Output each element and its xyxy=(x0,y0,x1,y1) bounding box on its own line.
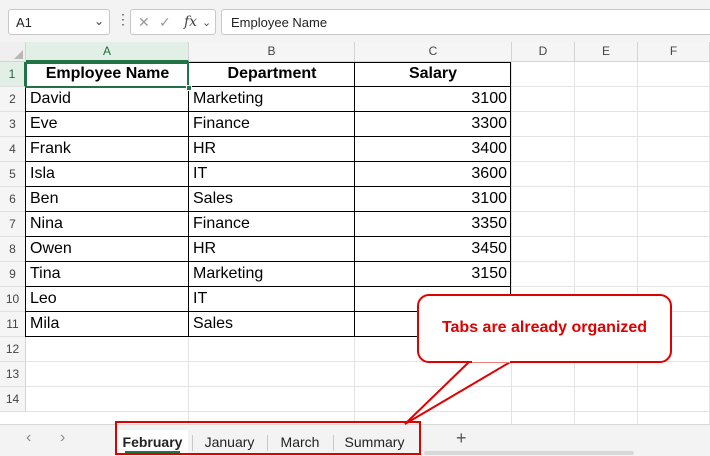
callout-pointer-join xyxy=(0,0,710,456)
